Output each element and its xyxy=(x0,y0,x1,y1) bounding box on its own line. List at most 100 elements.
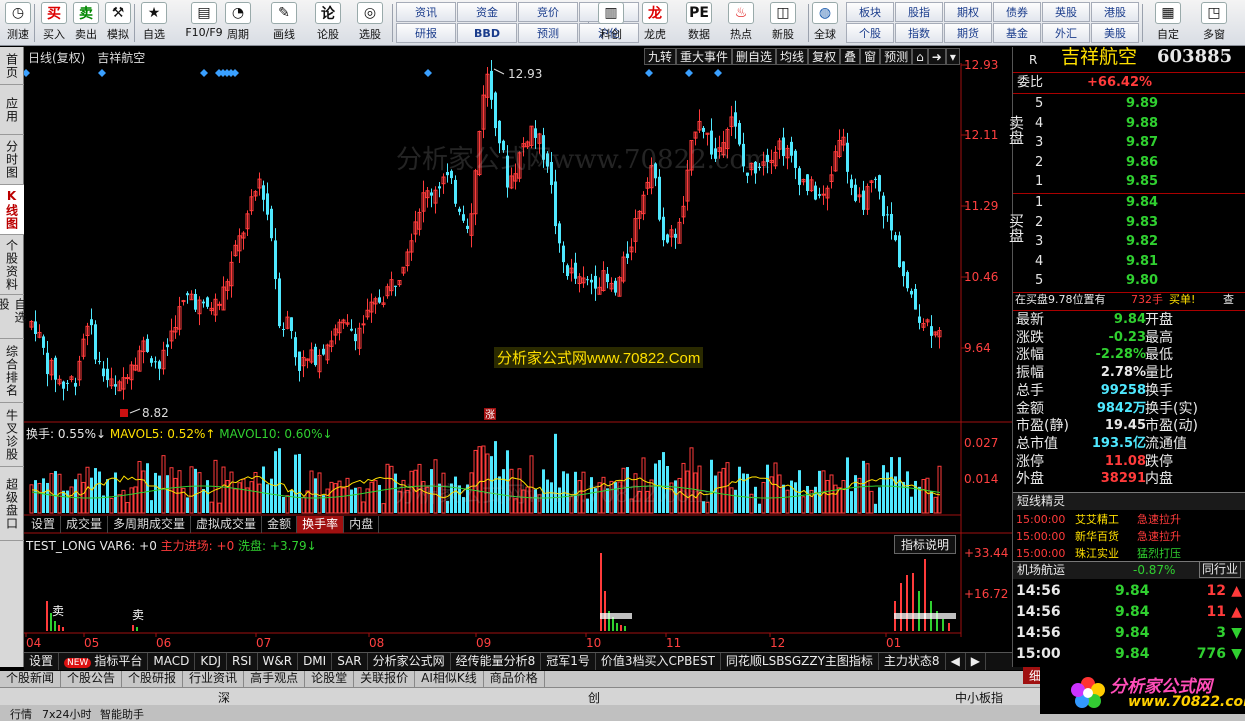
volume-tab-6[interactable]: 内盘 xyxy=(344,516,380,533)
ask-price[interactable]: 9.88 xyxy=(1126,115,1158,133)
scroll-right-icon[interactable]: ▶ xyxy=(966,653,987,670)
toolbar-f10-button[interactable]: ▤ F10/F9 xyxy=(182,2,226,44)
volume-tab-5[interactable]: 换手率 xyxy=(297,516,345,533)
bid-price[interactable]: 9.81 xyxy=(1126,253,1158,271)
toolbar-grid-item[interactable]: 外汇 xyxy=(1042,23,1090,43)
volume-tab-2[interactable]: 多周期成交量 xyxy=(108,516,192,533)
chart-button-1[interactable]: 重大事件 xyxy=(676,48,733,65)
toolbar-grid-item[interactable]: 美股 xyxy=(1091,23,1139,43)
index-zhongxiao[interactable]: 中小板指 xyxy=(955,689,1003,706)
spirit-stock[interactable]: 艾艾精工 xyxy=(1075,511,1119,529)
toolbar-star-button[interactable]: ★ 自选 xyxy=(138,2,170,44)
chart-button-5[interactable]: 叠 xyxy=(840,48,861,65)
ask-price[interactable]: 9.85 xyxy=(1126,173,1158,191)
news-tab-5[interactable]: 论股堂 xyxy=(305,671,355,687)
chart-button-0[interactable]: 九转 xyxy=(644,48,677,65)
indicator-tab-2[interactable]: MACD xyxy=(148,653,196,670)
indicator-tab-10[interactable]: 冠军1号 xyxy=(541,653,596,670)
ask-price[interactable]: 9.86 xyxy=(1126,154,1158,172)
left-tab-1[interactable]: 应用 xyxy=(0,85,24,135)
news-tab-4[interactable]: 高手观点 xyxy=(244,671,306,687)
toolbar-chart-button[interactable]: ▥ 科创 xyxy=(592,2,630,44)
index-chuangye[interactable]: 创 xyxy=(588,689,600,706)
toolbar-grid-item[interactable]: 基金 xyxy=(993,23,1041,43)
toolbar-discuss-button[interactable]: 论论股 xyxy=(312,2,344,44)
indicator-tab-1[interactable]: NEW 指标平台 xyxy=(59,653,149,670)
left-tab-6[interactable]: 综合排名 xyxy=(0,339,24,403)
toolbar-newstock-button[interactable]: ◫ 新股 xyxy=(764,2,802,44)
indicator-tab-6[interactable]: DMI xyxy=(298,653,333,670)
indicator-tab-4[interactable]: RSI xyxy=(227,653,258,670)
bid-price[interactable]: 9.84 xyxy=(1126,194,1158,212)
chart-button-6[interactable]: 窗 xyxy=(860,48,881,65)
toolbar-grid-item[interactable]: 竞价 xyxy=(518,2,578,22)
chart-button-7[interactable]: 预测 xyxy=(880,48,913,65)
left-tab-3[interactable]: K线图 xyxy=(0,185,24,235)
volume-tab-4[interactable]: 金额 xyxy=(262,516,298,533)
toolbar-grid-item[interactable]: 英股 xyxy=(1042,2,1090,22)
indicator-tab-7[interactable]: SAR xyxy=(332,653,368,670)
toolbar-grid-item[interactable]: 个股 xyxy=(846,23,894,43)
indicator-tab-5[interactable]: W&R xyxy=(258,653,299,670)
toolbar-hammer-button[interactable]: ⚒ 模拟 xyxy=(102,2,134,44)
chart-button-2[interactable]: 删自选 xyxy=(732,48,777,65)
bid-price[interactable]: 9.80 xyxy=(1126,272,1158,290)
left-tab-2[interactable]: 分时图 xyxy=(0,135,24,185)
index-shenzhen[interactable]: 深 xyxy=(218,689,230,706)
window-icon[interactable]: ⌂ xyxy=(912,48,928,65)
toolbar-grid-item[interactable]: 资讯 xyxy=(396,2,456,22)
toolbar-buy-button[interactable]: 买买入 xyxy=(38,2,70,44)
scroll-left-icon[interactable]: ◀ xyxy=(946,653,966,670)
toolbar-sell-button[interactable]: 卖卖出 xyxy=(70,2,102,44)
toolbar-grid-item[interactable]: 债券 xyxy=(993,2,1041,22)
indicator-tab-11[interactable]: 价值3档买入CPBEST xyxy=(596,653,721,670)
indicator-tab-13[interactable]: 主力状态8 xyxy=(879,653,946,670)
spirit-stock[interactable]: 新华百货 xyxy=(1075,528,1119,546)
toolbar-grid-item[interactable]: 期权 xyxy=(944,2,992,22)
notice-check[interactable]: 查 xyxy=(1223,291,1234,309)
chart-button-4[interactable]: 复权 xyxy=(808,48,841,65)
toolbar-custom-button[interactable]: ▦ 自定 xyxy=(1148,2,1188,44)
toolbar-grid-item[interactable]: 板块 xyxy=(846,2,894,22)
left-tab-0[interactable]: 首页 xyxy=(0,47,24,85)
indicator-tab-8[interactable]: 分析家公式网 xyxy=(368,653,451,670)
toolbar-period-button[interactable]: ◔ 周期 xyxy=(222,2,254,44)
left-tab-4[interactable]: 个股资料 xyxy=(0,235,24,295)
toolbar-grid-item[interactable]: 期货 xyxy=(944,23,992,43)
indicator-tab-0[interactable]: 设置 xyxy=(24,653,60,670)
toolbar-globe-button[interactable]: ◍ 全球 xyxy=(806,2,844,44)
status-quote[interactable]: 行情 xyxy=(10,706,32,721)
news-tab-2[interactable]: 个股研报 xyxy=(122,671,184,687)
ask-price[interactable]: 9.87 xyxy=(1126,134,1158,152)
toolbar-grid-item[interactable]: 股指 xyxy=(895,2,943,22)
indicator-tab-12[interactable]: 同花顺LSBSGZZY主图指标 xyxy=(721,653,879,670)
toolbar-select-button[interactable]: ◎ 选股 xyxy=(354,2,386,44)
volume-tab-3[interactable]: 虚拟成交量 xyxy=(191,516,263,533)
volume-tab-0[interactable]: 设置 xyxy=(26,516,62,533)
toolbar-grid-item[interactable]: 港股 xyxy=(1091,2,1139,22)
toolbar-grid-item[interactable]: BBD xyxy=(457,23,517,43)
news-tab-8[interactable]: 商品价格 xyxy=(484,671,545,687)
spirit-title[interactable]: 短线精灵 xyxy=(1017,492,1065,510)
news-tab-1[interactable]: 个股公告 xyxy=(61,671,123,687)
news-tab-7[interactable]: AI相似K线 xyxy=(415,671,484,687)
volume-tab-1[interactable]: 成交量 xyxy=(61,516,109,533)
toolbar-clock-button[interactable]: ◷ 测速 xyxy=(2,2,34,44)
news-tab-0[interactable]: 个股新闻 xyxy=(0,671,62,687)
sector-name[interactable]: 机场航运 xyxy=(1017,561,1065,579)
ask-price[interactable]: 9.89 xyxy=(1126,95,1158,113)
kline-chart-area[interactable]: 12.93 12.11 11.29 10.46 9.64 0.027 0.014 +33.44… xyxy=(24,47,1012,651)
indicator-help-button[interactable]: 指标说明 xyxy=(894,535,957,554)
expand-arrow-icon[interactable]: ➜ xyxy=(927,48,946,65)
same-industry-button[interactable]: 同行业 xyxy=(1199,561,1242,578)
chart-button-3[interactable]: 均线 xyxy=(776,48,809,65)
bid-price[interactable]: 9.83 xyxy=(1126,214,1158,232)
news-tab-6[interactable]: 关联报价 xyxy=(354,671,416,687)
toolbar-grid-item[interactable]: 指数 xyxy=(895,23,943,43)
toolbar-dragon-button[interactable]: 龙龙虎 xyxy=(636,2,674,44)
indicator-tab-3[interactable]: KDJ xyxy=(195,653,227,670)
bid-price[interactable]: 9.82 xyxy=(1126,233,1158,251)
chevron-down-icon[interactable]: ▾ xyxy=(945,48,960,65)
left-tab-5[interactable]: 自选股 xyxy=(0,295,27,339)
status-724[interactable]: 7x24小时 xyxy=(42,706,92,721)
